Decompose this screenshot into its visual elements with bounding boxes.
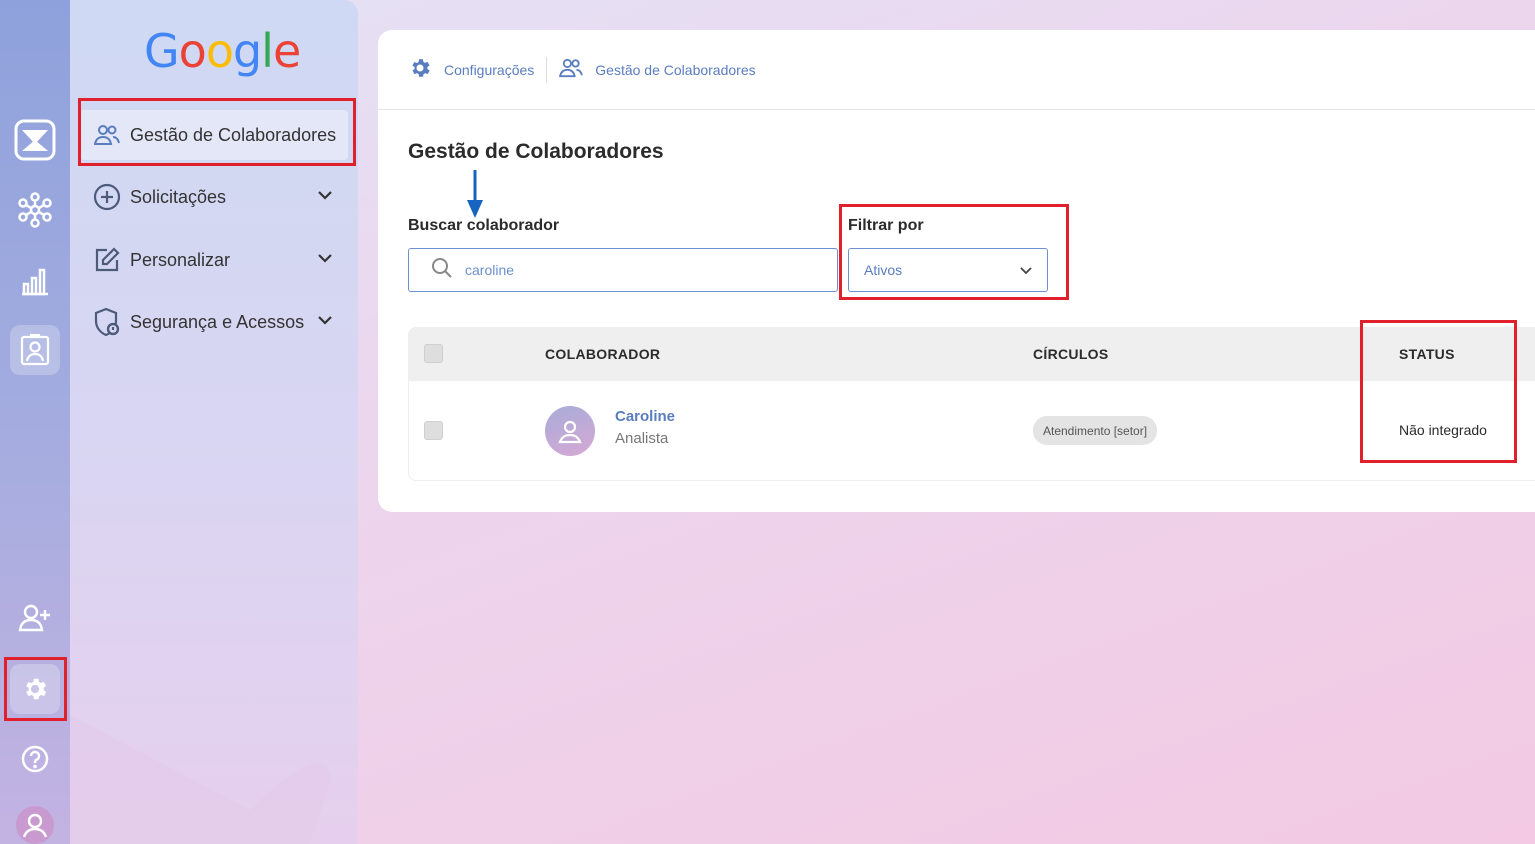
sidebar-item-label: Segurança e Acessos xyxy=(130,311,305,332)
sidebar-item-solicitacoes[interactable]: Solicitações xyxy=(80,172,348,222)
decorative-shape xyxy=(70,715,332,844)
column-header-circles[interactable]: CÍRCULOS xyxy=(1033,346,1109,362)
sidebar-item-label: Personalizar xyxy=(130,249,231,270)
sidebar-item-label: Solicitações xyxy=(130,186,227,207)
select-all-checkbox[interactable] xyxy=(424,344,443,363)
row-checkbox[interactable] xyxy=(424,421,443,440)
search-icon xyxy=(431,257,453,284)
collaborator-role: Analista xyxy=(615,430,669,447)
breadcrumb-label: Gestão de Colaboradores xyxy=(595,61,756,78)
help-icon[interactable] xyxy=(10,734,60,784)
breadcrumb-label: Configurações xyxy=(444,61,535,78)
circle-chip: Atendimento [setor] xyxy=(1033,416,1158,445)
breadcrumb-item-gestao[interactable]: Gestão de Colaboradores xyxy=(559,58,756,81)
add-user-icon[interactable] xyxy=(10,593,60,643)
shield-icon xyxy=(92,307,122,337)
highlight-box xyxy=(1360,320,1517,463)
collaborator-name[interactable]: Caroline xyxy=(615,408,675,425)
search-field[interactable] xyxy=(408,248,838,292)
sidebar-item-personalizar[interactable]: Personalizar xyxy=(80,235,348,285)
highlight-box xyxy=(4,657,67,721)
page-title: Gestão de Colaboradores xyxy=(408,140,664,163)
edit-icon xyxy=(92,245,122,275)
highlight-box xyxy=(78,98,356,166)
chevron-down-icon[interactable] xyxy=(316,249,334,272)
column-header-collaborator[interactable]: COLABORADOR xyxy=(545,346,660,362)
sidebar-item-seguranca[interactable]: Segurança e Acessos xyxy=(80,297,348,347)
user-avatar-icon[interactable] xyxy=(10,800,60,844)
breadcrumb-item-configuracoes[interactable]: Configurações xyxy=(408,56,534,83)
plus-circle-icon xyxy=(92,182,122,212)
breadcrumb: Configurações Gestão de Colaboradores xyxy=(378,30,1535,110)
gear-icon xyxy=(408,56,432,83)
network-icon[interactable] xyxy=(10,185,60,235)
chevron-down-icon[interactable] xyxy=(316,311,334,334)
highlight-box xyxy=(839,204,1069,300)
breadcrumb-separator xyxy=(546,56,548,83)
avatar xyxy=(545,406,595,456)
inbox-icon[interactable] xyxy=(10,115,60,165)
google-logo: Google xyxy=(144,24,301,78)
chevron-down-icon[interactable] xyxy=(316,186,334,209)
badge-icon[interactable] xyxy=(10,325,60,375)
chart-icon[interactable] xyxy=(10,255,60,305)
users-icon xyxy=(559,58,584,81)
search-input[interactable] xyxy=(465,262,805,278)
annotation-arrow-icon xyxy=(466,170,484,225)
